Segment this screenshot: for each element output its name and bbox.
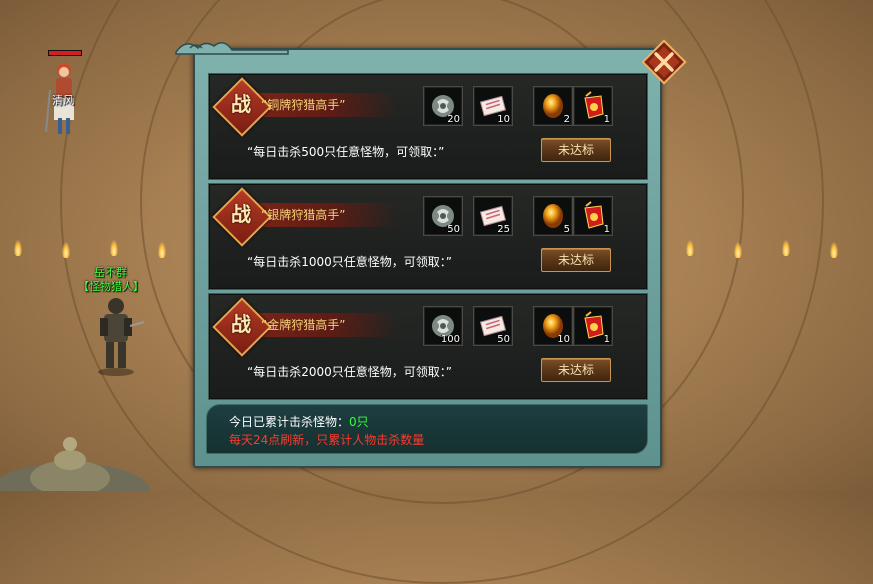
task-title: “铜牌狩猎高手” <box>261 98 346 112</box>
battle-badge-text: 战 <box>231 202 251 226</box>
task-title: “金牌狩猎高手” <box>261 318 346 332</box>
reward-count: 5 <box>563 224 570 235</box>
reward-slot[interactable]: 5 <box>533 196 573 236</box>
reward-count: 2 <box>563 114 570 125</box>
reward-slot[interactable]: 1 <box>573 86 613 126</box>
task-card: 战 “铜牌狩猎高手” 20 10 2 1 “每日击杀500只任意怪物，可领取：” 未达标 <box>208 73 648 180</box>
reward-count: 1 <box>603 114 610 125</box>
stone-statue <box>0 437 150 491</box>
candle-flame <box>782 240 790 256</box>
kill-counter-label: 今日已累计击杀怪物： <box>229 415 350 429</box>
reward-count: 20 <box>447 114 460 125</box>
player-hp-bar <box>48 50 82 56</box>
reward-slot[interactable]: 1 <box>573 306 613 346</box>
task-title: “银牌狩猎高手” <box>261 208 346 222</box>
candle-flame <box>158 242 166 258</box>
task-description: “每日击杀1000只任意怪物，可领取：” <box>247 255 452 269</box>
reward-count: 10 <box>557 334 570 345</box>
battle-badge-text: 战 <box>231 92 251 116</box>
reward-slot[interactable]: 1 <box>573 196 613 236</box>
reward-slot[interactable]: 10 <box>533 306 573 346</box>
cloud-ornament <box>175 42 289 55</box>
reward-count: 1 <box>603 224 610 235</box>
reward-slot[interactable]: 50 <box>423 196 463 236</box>
reward-count: 50 <box>497 334 510 345</box>
refresh-notice: 每天24点刷新，只累计人物击杀数量 <box>229 433 425 447</box>
claim-status-button[interactable]: 未达标 <box>541 358 611 382</box>
candle-flame <box>686 240 694 256</box>
reward-count: 50 <box>447 224 460 235</box>
candle-flame <box>110 240 118 256</box>
claim-status-button[interactable]: 未达标 <box>541 248 611 272</box>
reward-count: 25 <box>497 224 510 235</box>
candle-flame <box>14 240 22 256</box>
reward-slot[interactable]: 50 <box>473 306 513 346</box>
player-name: 清风 <box>52 94 74 107</box>
task-description: “每日击杀2000只任意怪物，可领取：” <box>247 365 452 379</box>
reward-slot[interactable]: 2 <box>533 86 573 126</box>
candle-flame <box>734 242 742 258</box>
task-card: 战 “银牌狩猎高手” 50 25 5 1 “每日击杀1000只任意怪物，可领取：” 未达标 <box>208 183 648 290</box>
claim-status-button[interactable]: 未达标 <box>541 138 611 162</box>
task-description: “每日击杀500只任意怪物，可领取：” <box>247 145 445 159</box>
reward-slot[interactable]: 10 <box>473 86 513 126</box>
reward-slot[interactable]: 20 <box>423 86 463 126</box>
reward-count: 100 <box>440 334 460 345</box>
candle-flame <box>830 242 838 258</box>
reward-slot[interactable]: 100 <box>423 306 463 346</box>
candle-flame <box>62 242 70 258</box>
kill-counter: 今日已累计击杀怪物：0只 <box>229 413 369 430</box>
battle-badge-text: 战 <box>231 312 251 336</box>
reward-count: 1 <box>603 334 610 345</box>
task-card: 战 “金牌狩猎高手” 100 50 10 1 “每日击杀2000只任意怪物，可领取：” 未达标 <box>208 293 648 400</box>
reward-count: 10 <box>497 114 510 125</box>
reward-slot[interactable]: 25 <box>473 196 513 236</box>
kill-counter-box: 今日已累计击杀怪物：0只 每天24点刷新，只累计人物击杀数量 <box>206 404 648 454</box>
kill-counter-value: 0只 <box>349 415 369 429</box>
npc-character[interactable] <box>86 292 146 376</box>
